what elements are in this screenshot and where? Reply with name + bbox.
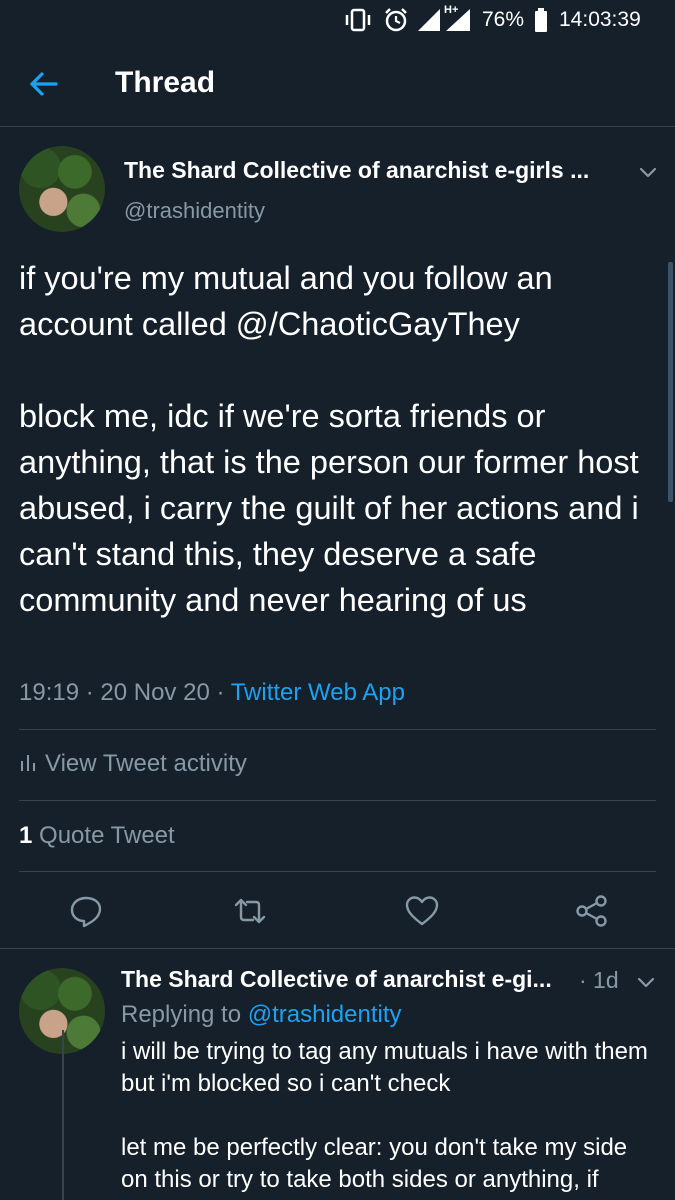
like-button[interactable] [404,893,440,929]
share-button[interactable] [574,893,610,929]
quote-tweets-link[interactable]: 1 Quote Tweet [19,822,175,850]
heart-icon [405,896,439,926]
alarm-icon [383,7,409,33]
share-icon [576,895,607,927]
activity-bars-icon [21,755,35,771]
back-button[interactable] [22,64,66,104]
view-tweet-activity-button[interactable]: View Tweet activity [19,750,247,778]
thread-connector-line [62,1030,64,1200]
clock: 14:03:39 [559,8,641,31]
replying-to: Replying to @trashidentity [121,1001,402,1029]
tweet-text: if you're my mutual and you follow an ac… [19,255,659,623]
chevron-down-icon [639,167,657,178]
retweet-button[interactable] [232,893,268,929]
divider [0,948,675,949]
retweet-icon [234,898,266,924]
quote-count: 1 [19,822,33,849]
replying-to-handle[interactable]: @trashidentity [248,1001,402,1028]
user-handle[interactable]: @trashidentity [124,198,265,224]
quote-label: Quote Tweet [39,822,175,849]
tweet-timestamp: 19:19 · 20 Nov 20 · [19,679,231,706]
reply-text: i will be trying to tag any mutuals i ha… [121,1036,651,1196]
reply-bubble-icon [70,896,102,928]
avatar[interactable] [19,146,105,232]
divider [19,729,656,730]
tweet-paragraph-2: block me, idc if we're sorta friends or … [19,398,639,618]
display-name[interactable]: The Shard Collective of anarchist e-girl… [124,157,589,184]
chevron-down-icon [637,977,655,988]
page-title: Thread [115,66,216,99]
tweet-metadata: 19:19 · 20 Nov 20 · Twitter Web App [19,679,405,707]
vibrate-icon [344,8,372,32]
replying-to-prefix: Replying to [121,1001,248,1028]
tweet-source-link[interactable]: Twitter Web App [231,679,405,706]
divider [19,871,656,872]
activity-label: View Tweet activity [45,750,247,777]
scrollbar[interactable] [668,262,673,502]
battery-percent: 76% [482,8,525,31]
network-type: H+ [444,4,459,16]
tweet-paragraph-1: if you're my mutual and you follow an ac… [19,260,553,342]
back-arrow-icon [30,72,58,96]
reply-age: · 1d [579,967,619,993]
divider [19,800,656,801]
reply-button[interactable] [68,893,104,929]
reply-display-name[interactable]: The Shard Collective of anarchist e-gi..… [121,966,552,993]
status-bar: H+ 76% 14:03:39 [0,0,675,40]
reply-paragraph-1: i will be trying to tag any mutuals i ha… [121,1038,648,1097]
battery-icon [534,8,548,32]
reply-paragraph-2: let me be perfectly clear: you don't tak… [121,1134,628,1193]
tweet-options-button[interactable] [636,160,660,184]
reply-options-button[interactable] [634,970,658,994]
header-bar: Thread [0,40,675,127]
